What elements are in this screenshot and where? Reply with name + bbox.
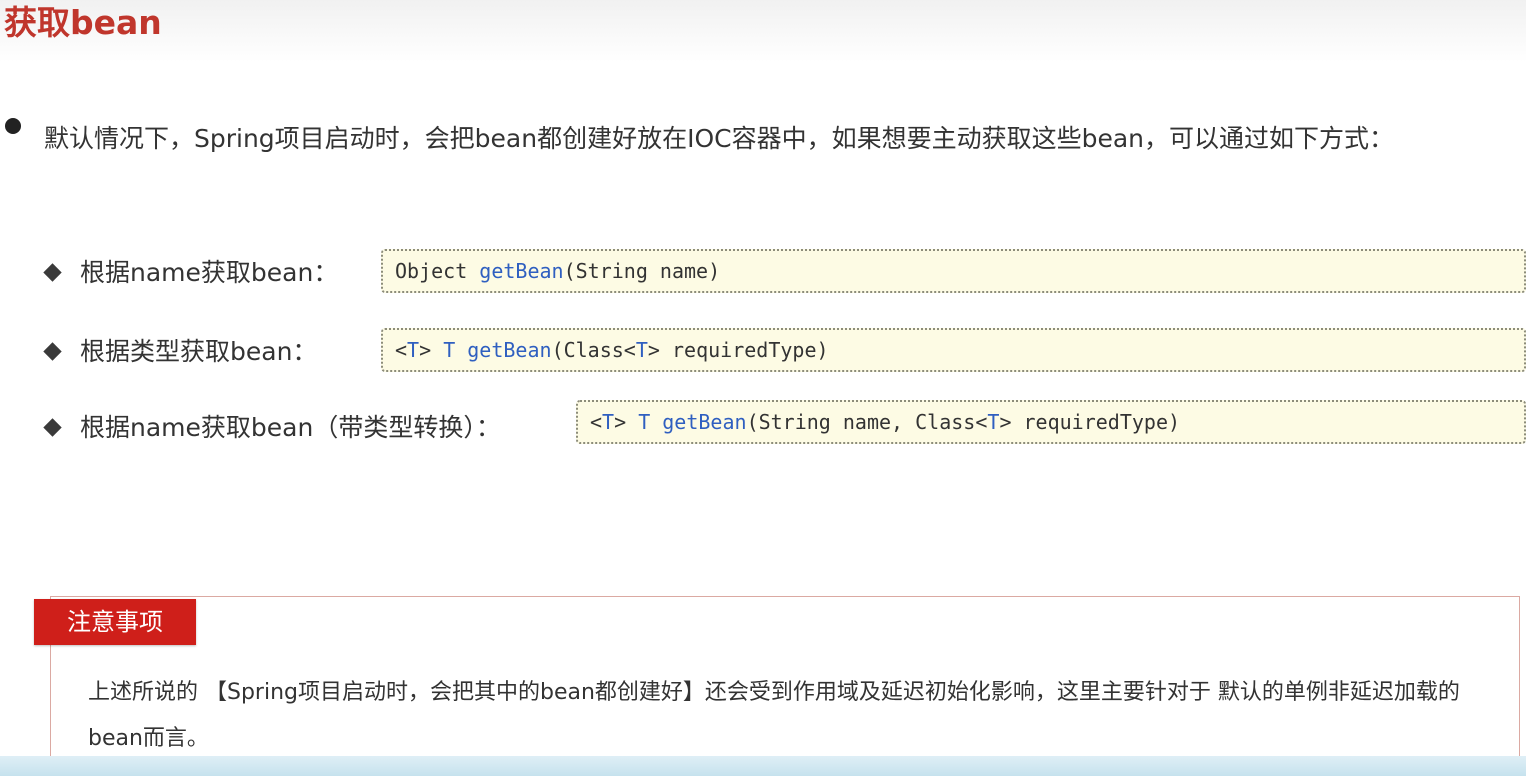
code-token-method: getBean — [479, 259, 564, 283]
code-token: (Class< — [551, 338, 636, 362]
code-token-method: T getBean — [443, 338, 552, 362]
code-snippet-by-name-and-type: <T> T getBean(String name, Class<T> requ… — [576, 400, 1526, 444]
code-token-method: T getBean — [638, 410, 747, 434]
note-tag: 注意事项 — [34, 599, 196, 645]
bottom-decoration — [0, 756, 1526, 776]
method-label: 根据name获取bean（带类型转换）： — [80, 413, 501, 442]
code-snippet-by-type: <T> T getBean(Class<T> requiredType) — [381, 328, 1526, 372]
method-label: 根据name获取bean： — [80, 258, 339, 287]
diamond-bullet-icon — [43, 263, 62, 282]
diamond-bullet-icon — [43, 418, 62, 437]
code-token: < — [590, 410, 603, 434]
code-token: > requiredType) — [999, 410, 1181, 434]
intro-text: 默认情况下，Spring项目启动时，会把bean都创建好放在IOC容器中，如果想… — [44, 124, 1395, 153]
note-text: 上述所说的 【Spring项目启动时，会把其中的bean都创建好】还会受到作用域… — [88, 680, 1460, 751]
code-token: < — [395, 338, 408, 362]
code-token: > requiredType) — [647, 338, 829, 362]
code-token: Object — [395, 259, 480, 283]
code-token-generic: T — [987, 410, 1000, 434]
code-token-generic: T — [407, 338, 420, 362]
code-token-generic: T — [635, 338, 648, 362]
code-token: (String name) — [563, 259, 721, 283]
method-label: 根据类型获取bean： — [80, 337, 318, 366]
page-title: 获取bean — [4, 3, 162, 42]
diamond-bullet-icon — [43, 342, 62, 361]
code-snippet-by-name: Object getBean(String name) — [381, 249, 1526, 293]
code-token-generic: T — [602, 410, 615, 434]
code-token: > — [419, 338, 444, 362]
code-token: > — [614, 410, 639, 434]
code-token: (String name, Class< — [746, 410, 988, 434]
bullet-dot — [5, 118, 21, 134]
header-band — [0, 0, 1526, 62]
